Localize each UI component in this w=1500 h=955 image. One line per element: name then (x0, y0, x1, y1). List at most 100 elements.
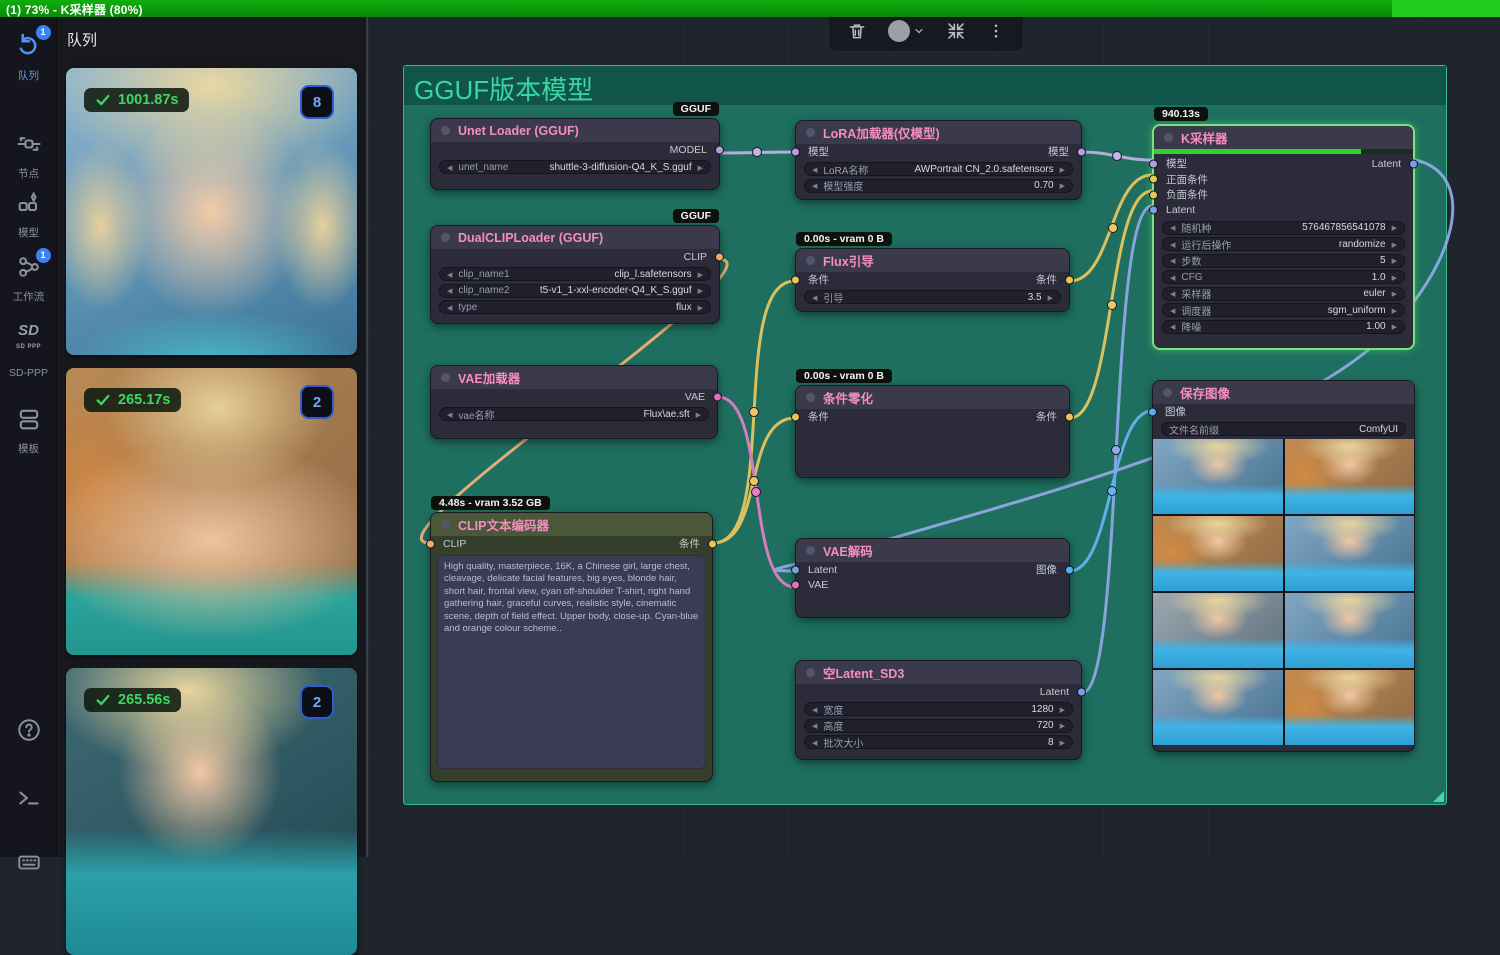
node-header[interactable]: 保存图像 (1153, 381, 1414, 404)
widget-arrow-right[interactable] (1054, 704, 1065, 715)
terminal-button[interactable] (0, 785, 57, 816)
node-ksampler[interactable]: 940.13s K采样器 模型 Latent 正面条件 负面条件 Latent … (1152, 124, 1415, 350)
widget-arrow-left[interactable] (812, 164, 823, 175)
node-header[interactable]: K采样器 (1154, 126, 1413, 149)
widget-arrow-left[interactable] (812, 737, 823, 748)
widget-arrow-right[interactable] (1042, 292, 1053, 303)
output-port-latent[interactable] (1077, 687, 1086, 696)
collapse-dot[interactable] (806, 393, 815, 402)
widget-arrow-right[interactable] (1054, 720, 1065, 731)
widget-arrow-left[interactable] (447, 409, 458, 420)
widget-arrow-right[interactable] (1386, 222, 1397, 233)
widget-arrow-right[interactable] (1054, 737, 1065, 748)
sidebar-item-queue[interactable]: 1 队列 (0, 30, 57, 83)
widget-steps[interactable]: 步数 5 (1162, 254, 1405, 268)
widget-arrow-left[interactable] (812, 704, 823, 715)
widget-arrow-left[interactable] (447, 269, 458, 280)
collapse-dot[interactable] (1164, 133, 1173, 142)
widget-arrow-right[interactable] (1054, 180, 1065, 191)
widget-height[interactable]: 高度 720 (804, 719, 1073, 733)
output-image[interactable] (1285, 593, 1415, 668)
widget-arrow-left[interactable] (1170, 305, 1181, 316)
widget-arrow-left[interactable] (812, 720, 823, 731)
widget-arrow-left[interactable] (812, 292, 823, 303)
widget-cfg[interactable]: CFG 1.0 (1162, 270, 1405, 284)
widget-arrow-right[interactable] (1386, 239, 1397, 250)
input-port-model[interactable] (1149, 159, 1158, 168)
input-port-latent[interactable] (791, 565, 800, 574)
sidebar-item-models[interactable]: 模型 (0, 189, 57, 240)
input-port-positive[interactable] (1149, 175, 1158, 184)
input-port-vae[interactable] (791, 581, 800, 590)
widget-arrow-left[interactable] (447, 285, 458, 296)
collapse-dot[interactable] (441, 126, 450, 135)
output-port-image[interactable] (1065, 565, 1074, 574)
group-header[interactable]: GGUF版本模型 (404, 66, 1446, 105)
node-lora-loader[interactable]: LoRA加载器(仅模型) 模型 模型 LoRA名称 AWPortrait CN_… (795, 120, 1082, 200)
node-vae-loader[interactable]: VAE加载器 VAE vae名称 Flux\ae.sft (430, 365, 718, 439)
node-header[interactable]: Flux引导 (796, 249, 1069, 272)
node-unet-loader[interactable]: GGUF Unet Loader (GGUF) MODEL unet_name … (430, 118, 720, 190)
collapse-dot[interactable] (1163, 388, 1172, 397)
widget-width[interactable]: 宽度 1280 (804, 702, 1073, 716)
node-header[interactable]: VAE解码 (796, 539, 1069, 562)
input-port-image[interactable] (1148, 407, 1157, 416)
widget-arrow-right[interactable] (1386, 305, 1397, 316)
shortcuts-button[interactable] (0, 849, 57, 880)
collapse-dot[interactable] (806, 668, 815, 677)
output-image[interactable] (1153, 516, 1283, 591)
collapse-dot[interactable] (441, 373, 450, 382)
output-image[interactable] (1153, 670, 1283, 745)
node-header[interactable]: LoRA加载器(仅模型) (796, 121, 1081, 144)
widget-scheduler[interactable]: 调度器 sgm_uniform (1162, 303, 1405, 317)
output-image[interactable] (1153, 593, 1283, 668)
output-port-vae[interactable] (713, 392, 722, 401)
output-image[interactable] (1285, 516, 1415, 591)
collapse-dot[interactable] (806, 256, 815, 265)
widget-unet-name[interactable]: unet_name shuttle-3-diffusion-Q4_K_S.ggu… (439, 160, 711, 174)
node-header[interactable]: VAE加载器 (431, 366, 717, 389)
input-port-model[interactable] (791, 147, 800, 156)
output-port-model[interactable] (1077, 147, 1086, 156)
output-port-model[interactable] (715, 145, 724, 154)
widget-arrow-right[interactable] (692, 302, 703, 313)
widget-batch-size[interactable]: 批次大小 8 (804, 735, 1073, 749)
widget-sampler[interactable]: 采样器 euler (1162, 287, 1405, 301)
node-header[interactable]: 条件零化 (796, 386, 1069, 409)
sidebar-item-nodes[interactable]: 节点 (0, 130, 57, 181)
input-port-conditioning[interactable] (791, 275, 800, 284)
node-conditioning-zero-out[interactable]: 0.00s - vram 0 B 条件零化 条件 条件 (795, 385, 1070, 478)
widget-type[interactable]: type flux (439, 300, 711, 314)
widget-arrow-right[interactable] (692, 269, 703, 280)
node-save-image[interactable]: 保存图像 图像 文件名前缀 ComfyUI (1152, 380, 1415, 752)
output-port-clip[interactable] (715, 252, 724, 261)
widget-arrow-right[interactable] (1386, 288, 1397, 299)
widget-lora-name[interactable]: LoRA名称 AWPortrait CN_2.0.safetensors (804, 162, 1073, 176)
more-options-button[interactable] (987, 22, 1005, 40)
input-port-clip[interactable] (426, 539, 435, 548)
widget-clip-name2[interactable]: clip_name2 t5-v1_1-xxl-encoder-Q4_K_S.gg… (439, 284, 711, 298)
group-resize-handle[interactable] (1433, 791, 1444, 802)
widget-vae-name[interactable]: vae名称 Flux\ae.sft (439, 407, 709, 421)
sidebar-item-templates[interactable]: 模板 (0, 405, 57, 456)
output-port-conditioning[interactable] (1065, 412, 1074, 421)
node-flux-guidance[interactable]: 0.00s - vram 0 B Flux引导 条件 条件 引导 3.5 (795, 248, 1070, 312)
widget-denoise[interactable]: 降噪 1.00 (1162, 320, 1405, 334)
widget-arrow-right[interactable] (692, 162, 703, 173)
node-header[interactable]: Unet Loader (GGUF) (431, 119, 719, 142)
node-vae-decode[interactable]: VAE解码 Latent 图像 VAE (795, 538, 1070, 618)
widget-arrow-left[interactable] (1170, 222, 1181, 233)
help-button[interactable] (0, 717, 57, 748)
node-clip-text-encode[interactable]: 4.48s - vram 3.52 GB CLIP文本编码器 CLIP 条件 H… (430, 512, 713, 782)
sidebar-item-workflows[interactable]: 1 工作流 (0, 253, 57, 304)
widget-arrow-left[interactable] (447, 162, 458, 173)
fit-view-button[interactable] (946, 21, 966, 41)
collapse-dot[interactable] (441, 520, 450, 529)
widget-arrow-right[interactable] (690, 409, 701, 420)
widget-arrow-right[interactable] (1386, 255, 1397, 266)
node-header[interactable]: 空Latent_SD3 (796, 661, 1081, 684)
input-port-latent[interactable] (1149, 206, 1158, 215)
input-port-conditioning[interactable] (791, 412, 800, 421)
node-header[interactable]: DualCLIPLoader (GGUF) (431, 226, 719, 249)
output-port-conditioning[interactable] (708, 539, 717, 548)
